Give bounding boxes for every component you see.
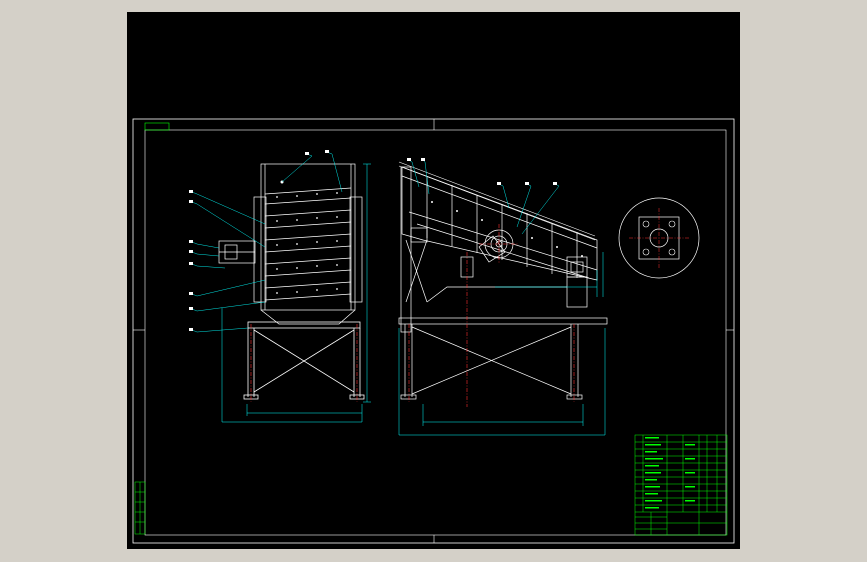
side-view [398,158,608,436]
outer-frame [132,118,735,544]
end-view [189,150,371,423]
cad-viewport[interactable] [127,12,740,549]
title-block [634,434,728,536]
inner-frame [144,129,727,536]
engineering-drawing [132,118,735,544]
corner-tag [144,122,170,131]
revision-strip [134,481,146,535]
detail-view [618,197,700,279]
